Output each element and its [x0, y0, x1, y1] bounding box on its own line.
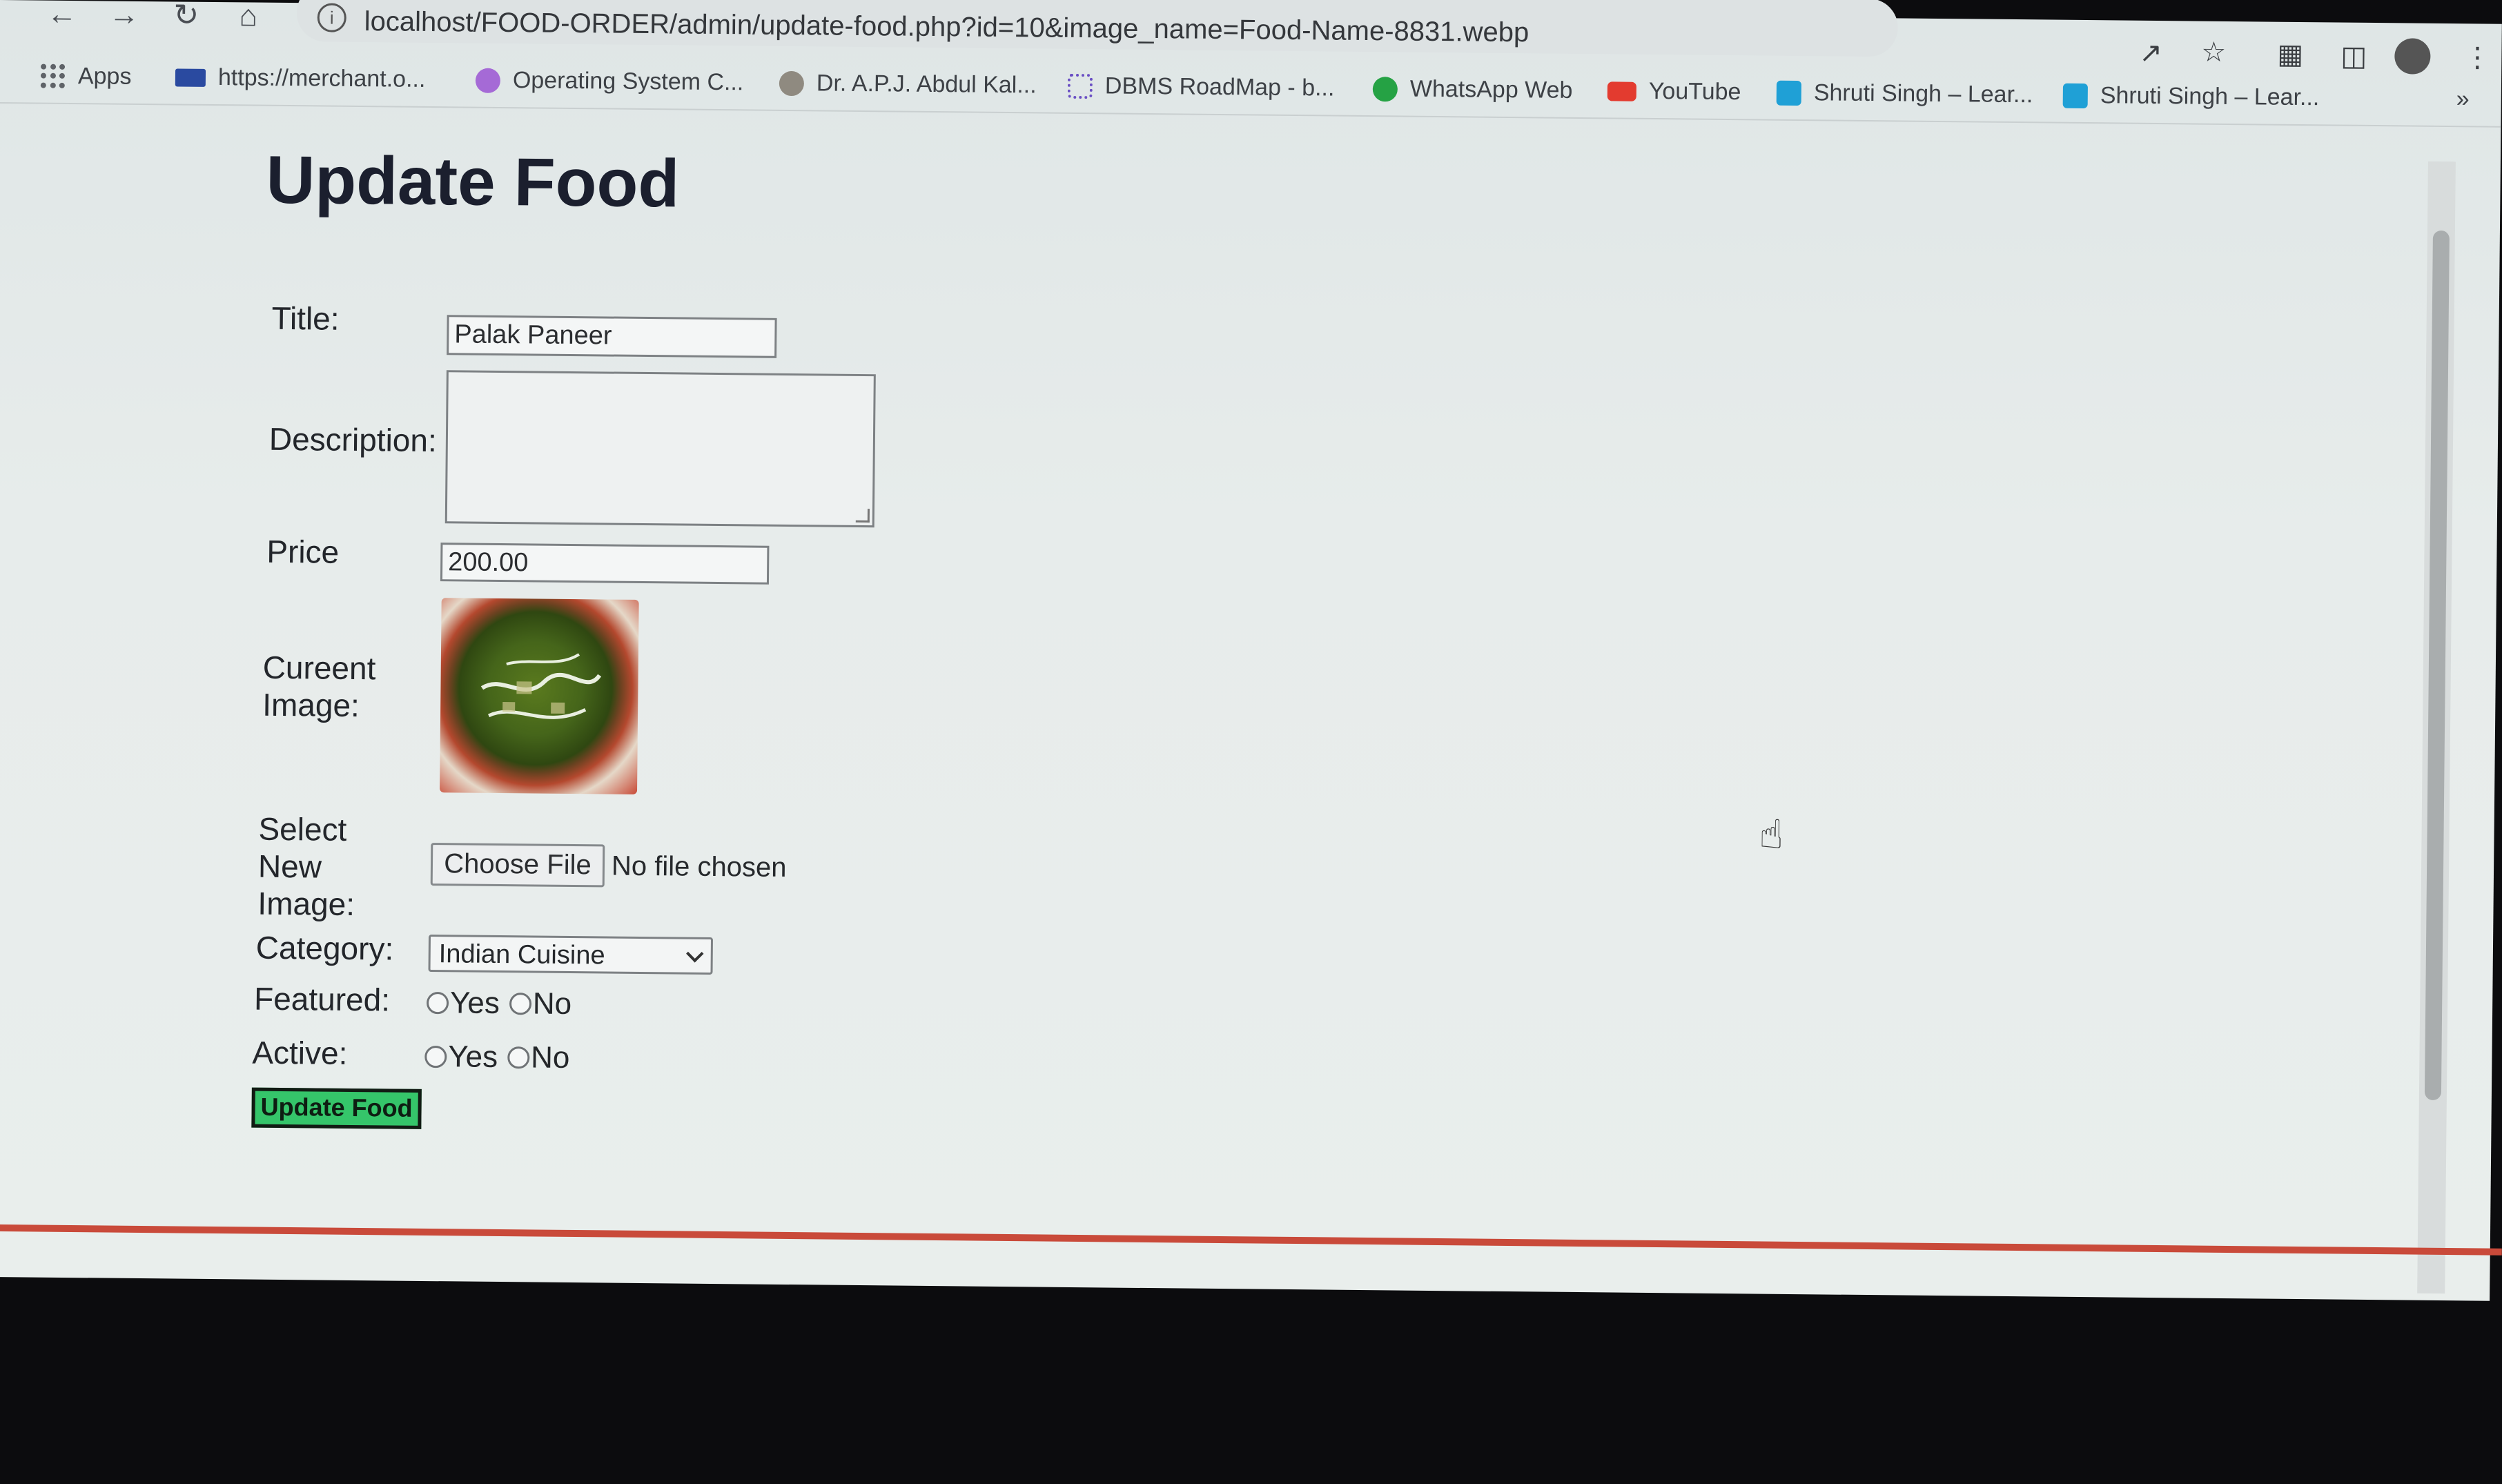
bookmark-label: Dr. A.P.J. Abdul Kal...	[816, 70, 1037, 99]
select-image-label-line2: New	[257, 848, 322, 885]
side-panel-icon[interactable]: ◫	[2340, 41, 2367, 72]
shruti-icon	[2062, 83, 2088, 108]
site-info-icon[interactable]: i	[317, 3, 346, 32]
scrollbar-thumb[interactable]	[2424, 230, 2450, 1101]
bookmark-label: https://merchant.o...	[217, 64, 426, 92]
resize-grip-icon[interactable]	[855, 508, 870, 523]
bookmark-label: Shruti Singh – Lear...	[2100, 82, 2320, 111]
price-input[interactable]: 200.00	[440, 543, 770, 585]
menu-kebab-icon[interactable]: ⋮	[2463, 41, 2491, 73]
reload-icon[interactable]: ↻	[166, 0, 207, 32]
back-arrow-icon[interactable]: ←	[41, 0, 83, 31]
bookmark-apj-abdul-kalam[interactable]: Dr. A.P.J. Abdul Kal...	[779, 70, 1037, 99]
featured-no-radio[interactable]	[509, 993, 532, 1015]
bookmark-shruti-singh-2[interactable]: Shruti Singh – Lear...	[2062, 82, 2320, 112]
bookmark-label: Apps	[77, 63, 132, 90]
featured-yes-radio[interactable]	[426, 992, 449, 1015]
active-no-radio[interactable]	[507, 1046, 530, 1069]
active-yes-label[interactable]: Yes	[448, 1039, 498, 1075]
bookmark-label: WhatsApp Web	[1409, 75, 1573, 104]
extensions-icon[interactable]: ▦	[2277, 39, 2303, 70]
select-image-label-line1: Select	[258, 810, 347, 848]
category-label: Category:	[255, 929, 394, 967]
more-bookmarks-icon[interactable]: »	[2456, 86, 2470, 113]
featured-yes-label[interactable]: Yes	[450, 986, 500, 1021]
update-food-button[interactable]: Update Food	[251, 1087, 422, 1129]
description-textarea[interactable]	[444, 370, 876, 528]
description-label: Description:	[268, 420, 438, 459]
hand-cursor-icon: ☝	[1759, 812, 1784, 857]
profile-avatar[interactable]	[2394, 38, 2431, 75]
current-image-label-line1: Cureent	[262, 649, 376, 687]
palak-paneer-image-icon	[480, 653, 602, 719]
active-radio-group: Yes No	[424, 1039, 570, 1075]
bookmark-shruti-singh-1[interactable]: Shruti Singh – Lear...	[1776, 79, 2033, 109]
bookmark-label: DBMS RoadMap - b...	[1104, 72, 1335, 101]
portrait-icon	[779, 70, 805, 96]
apps-grid-icon	[40, 64, 66, 88]
category-selected-value: Indian Cuisine	[438, 939, 605, 970]
featured-label: Featured:	[253, 980, 391, 1018]
title-label: Title:	[271, 300, 340, 337]
price-label: Price	[266, 533, 340, 570]
bookmark-whatsapp[interactable]: WhatsApp Web	[1372, 75, 1573, 104]
roadmap-icon	[1067, 73, 1093, 99]
bookmark-label: YouTube	[1648, 77, 1741, 106]
forward-arrow-icon[interactable]: →	[104, 0, 145, 32]
bookmark-operating-system[interactable]: Operating System C...	[475, 67, 744, 97]
home-icon[interactable]: ⌂	[228, 0, 269, 33]
file-status-text: No file chosen	[611, 850, 787, 883]
choose-file-button[interactable]: Choose File	[430, 843, 605, 888]
bookmark-merchant[interactable]: https://merchant.o...	[175, 64, 426, 92]
active-label: Active:	[252, 1034, 348, 1071]
select-image-label-line3: Image:	[257, 885, 355, 922]
active-yes-radio[interactable]	[424, 1045, 447, 1068]
bookmark-label: Operating System C...	[512, 67, 744, 96]
m-circle-icon	[475, 68, 501, 93]
browser-window: ← → ↻ ⌂ i localhost/FOOD-ORDER/admin/upd…	[0, 0, 2502, 1301]
merchant-icon	[175, 68, 206, 87]
youtube-icon	[1607, 81, 1636, 101]
featured-no-label[interactable]: No	[533, 986, 572, 1022]
bookmark-dbms-roadmap[interactable]: DBMS RoadMap - b...	[1067, 72, 1335, 102]
featured-radio-group: Yes No	[426, 986, 572, 1022]
shruti-icon	[1776, 80, 1802, 106]
bookmark-youtube[interactable]: YouTube	[1607, 77, 1741, 106]
bookmark-apps[interactable]: Apps	[40, 63, 132, 90]
whatsapp-icon	[1372, 76, 1398, 101]
current-food-image	[440, 598, 639, 794]
star-icon[interactable]: ☆	[2201, 37, 2226, 68]
chevron-down-icon	[686, 945, 704, 963]
page-content: Update Food Title: Palak Paneer Descript…	[0, 110, 2501, 1267]
share-icon[interactable]: ↗	[2139, 37, 2162, 69]
page-title: Update Food	[265, 141, 680, 222]
category-select[interactable]: Indian Cuisine	[428, 935, 714, 975]
current-image-label-line2: Image:	[262, 686, 360, 724]
active-no-label[interactable]: No	[531, 1040, 570, 1075]
title-input[interactable]: Palak Paneer	[447, 315, 777, 358]
bookmark-label: Shruti Singh – Lear...	[1813, 79, 2033, 108]
